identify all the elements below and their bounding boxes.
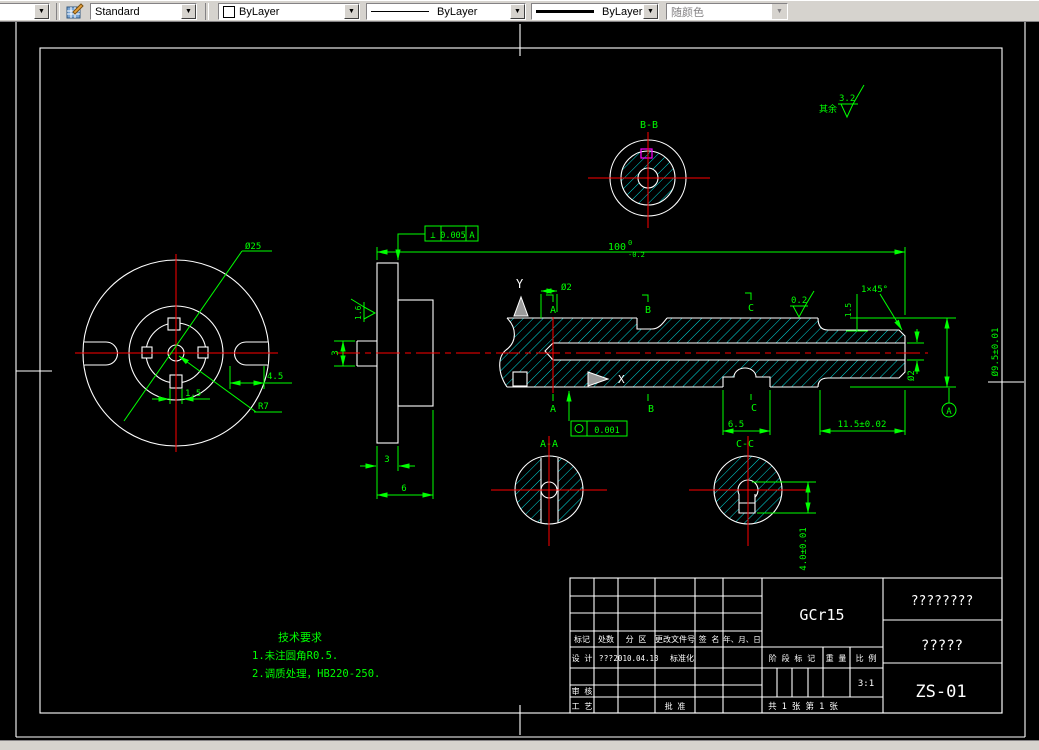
dim-len100: 100 bbox=[608, 242, 626, 253]
dim-step15: 1.5 bbox=[844, 303, 853, 318]
tb-h-sign: 签 名 bbox=[699, 634, 720, 644]
fcf-perp-symbol: ⊥ bbox=[430, 231, 436, 241]
lineweight-value: ByLayer bbox=[602, 5, 643, 18]
dim-stub3: 3 bbox=[331, 350, 341, 355]
dim-len100-sup: 0 bbox=[628, 239, 632, 247]
prev-combo-remnant[interactable]: ▼ bbox=[0, 3, 50, 20]
tb-stage: 阶 段 标 记 bbox=[769, 653, 815, 663]
dim-r7: R7 bbox=[258, 402, 269, 412]
linetype-value: ByLayer bbox=[437, 5, 478, 18]
tb-drawing-no: ZS-01 bbox=[915, 682, 966, 702]
front-view: Ø25 4.5 1.5 R7 bbox=[75, 241, 292, 452]
tb-h-date: 年、月、日 bbox=[723, 634, 761, 644]
tb-standardize: 标准化 bbox=[670, 653, 694, 663]
section-b-top: B bbox=[645, 305, 651, 316]
linetype-sample-icon bbox=[371, 11, 429, 12]
rough-16-value: 1.6 bbox=[354, 305, 363, 320]
main-view: Y X ⊥ 0.005 A 100 0 -0.2 1.6 3 Ø2 A A B … bbox=[331, 225, 1001, 499]
dim-dia95: Ø9.5±0.01 bbox=[990, 328, 1001, 377]
section-bb: B-B bbox=[588, 120, 710, 228]
section-b-bottom: B bbox=[648, 404, 654, 415]
dropdown-arrow-icon[interactable]: ▼ bbox=[643, 4, 658, 19]
axis-x-label: X bbox=[618, 373, 625, 386]
tech-req-line2: 2.调质处理，HB220-250. bbox=[252, 668, 380, 680]
toolbar-separator bbox=[205, 3, 209, 20]
fcf-perp-tol: 0.005 bbox=[440, 231, 466, 241]
tb-design: 设 计 bbox=[572, 653, 593, 663]
color-combo[interactable]: ByLayer ▼ bbox=[218, 3, 360, 20]
linetype-combo[interactable]: ByLayer ▼ bbox=[366, 3, 526, 20]
surface-note-value: 3.2 bbox=[839, 94, 855, 104]
lineweight-combo[interactable]: ByLayer ▼ bbox=[531, 3, 659, 20]
dim-bore2-top: Ø2 bbox=[561, 282, 572, 293]
dropdown-arrow-icon[interactable]: ▼ bbox=[510, 4, 525, 19]
plot-style-value: 随颜色 bbox=[671, 6, 704, 19]
tb-part: ????? bbox=[921, 638, 963, 654]
dropdown-arrow-icon: ▼ bbox=[772, 4, 787, 19]
plot-style-combo: 随颜色 ▼ bbox=[666, 3, 788, 20]
dim-slot40: 4.0±0.01 bbox=[799, 527, 809, 570]
tech-requirements: 技术要求 1.未注圆角R0.5. 2.调质处理，HB220-250. bbox=[252, 631, 380, 680]
text-style-combo[interactable]: Standard ▼ bbox=[90, 3, 197, 20]
text-style-value: Standard bbox=[95, 5, 140, 18]
tb-sheets: 共 1 张 第 1 张 bbox=[768, 701, 838, 712]
color-value: ByLayer bbox=[239, 5, 280, 18]
axis-y-arrow-icon bbox=[513, 295, 529, 317]
style-manager-icon[interactable] bbox=[64, 3, 86, 21]
tb-weight-h: 重 量 bbox=[826, 653, 847, 663]
tech-req-line1: 1.未注圆角R0.5. bbox=[252, 649, 338, 662]
tb-process: 工 艺 bbox=[572, 702, 593, 711]
tb-approve: 批 准 bbox=[665, 701, 686, 711]
tech-req-title: 技术要求 bbox=[278, 631, 322, 644]
datum-a-label: A bbox=[946, 407, 952, 417]
dim-dia25: Ø25 bbox=[245, 241, 261, 252]
section-cc-label: C-C bbox=[736, 439, 754, 450]
dim-keyway15: 1.5 bbox=[185, 389, 201, 399]
tb-h-mark: 标记 bbox=[574, 634, 590, 644]
dim-len115: 11.5±0.02 bbox=[838, 420, 887, 430]
window-bottom-strip bbox=[0, 740, 1039, 750]
dim-flange6: 6 bbox=[401, 484, 406, 494]
dim-slot65: 6.5 bbox=[728, 420, 744, 430]
tb-company: ???????? bbox=[911, 594, 974, 609]
surface-roughness-note: 其余 3.2 bbox=[819, 84, 865, 119]
section-aa: A-A bbox=[491, 436, 607, 546]
axis-y-label: Y bbox=[516, 277, 524, 291]
tb-h-doc: 更改文件号 bbox=[655, 634, 695, 644]
section-a-top: A bbox=[550, 305, 556, 316]
drawing-canvas[interactable]: 其余 3.2 Ø25 4.5 1.5 R7 B-B Y X ⊥ 0.005 A … bbox=[0, 22, 1039, 740]
dropdown-arrow-icon[interactable]: ▼ bbox=[344, 4, 359, 19]
section-a-bottom: A bbox=[550, 404, 556, 415]
dropdown-arrow-icon[interactable]: ▼ bbox=[181, 4, 196, 19]
fcf-round-tol: 0.001 bbox=[594, 426, 620, 436]
dropdown-arrow-icon[interactable]: ▼ bbox=[34, 4, 49, 19]
dim-offset45: 4.5 bbox=[267, 372, 283, 382]
dim-flange3: 3 bbox=[384, 455, 389, 465]
title-block: 标记 处数 分 区 更改文件号 签 名 年、月、日 设 计 ??? 2010.0… bbox=[569, 577, 1003, 714]
section-c-top: C bbox=[748, 303, 754, 314]
toolbar: ▼ Standard ▼ ByLayer ▼ ByLayer ▼ ByLayer… bbox=[0, 0, 1039, 22]
tb-scale: 3:1 bbox=[858, 679, 874, 689]
section-c-bottom: C bbox=[751, 403, 757, 414]
dim-bore2-end: Ø2 bbox=[906, 370, 917, 381]
lineweight-sample-icon bbox=[536, 10, 594, 13]
toolbar-separator bbox=[56, 3, 60, 20]
tb-review: 审 核 bbox=[572, 686, 593, 696]
tb-date: 2010.04.13 bbox=[613, 654, 658, 663]
tb-designer: ??? bbox=[599, 654, 614, 663]
section-bb-label: B-B bbox=[640, 120, 658, 131]
dim-chamfer: 1×45° bbox=[861, 285, 888, 295]
color-swatch-icon bbox=[223, 5, 235, 18]
rough-02-value: 0.2 bbox=[791, 296, 807, 306]
tb-h-zone: 分 区 bbox=[626, 635, 647, 644]
tb-h-count: 处数 bbox=[598, 634, 614, 644]
section-cc: C-C 4.0±0.01 bbox=[689, 436, 816, 571]
tb-material: GCr15 bbox=[799, 606, 844, 624]
tb-scale-h: 比 例 bbox=[856, 653, 877, 663]
dim-len100-sub: -0.2 bbox=[628, 251, 645, 259]
surface-note-prefix: 其余 bbox=[819, 103, 837, 115]
fcf-perp-datum: A bbox=[469, 231, 475, 241]
